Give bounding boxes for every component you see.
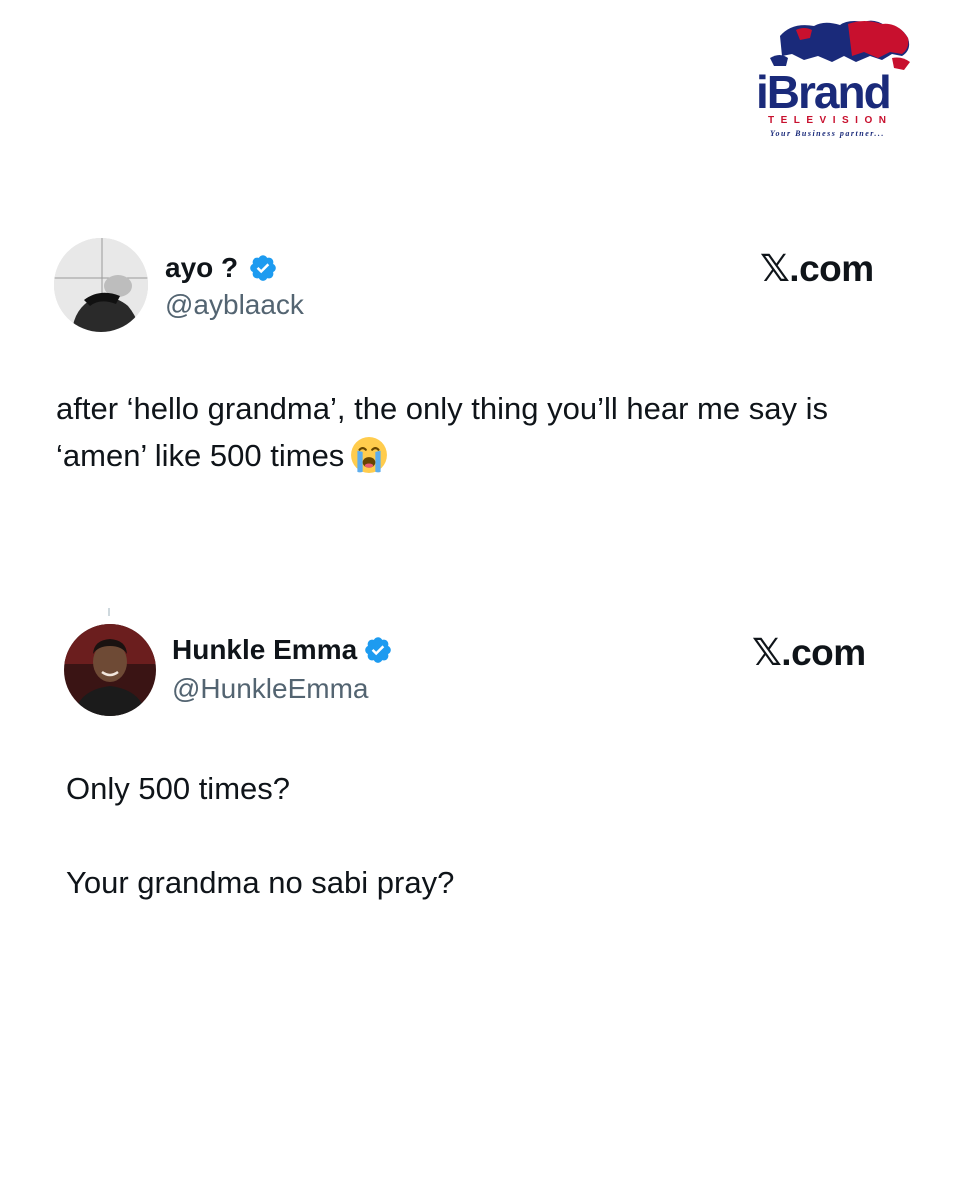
tweet-card: ayo ? @ayblaack 𝕏.com after ‘hello grand…	[0, 230, 960, 510]
ibrand-television-logo: iBrand TELEVISION Your Business partner.…	[752, 16, 927, 141]
avatar[interactable]	[64, 624, 156, 716]
globe-map-icon: iBrand TELEVISION Your Business partner.…	[756, 20, 910, 138]
verified-badge-icon	[250, 255, 276, 281]
tweet-card: Hunkle Emma @HunkleEmma 𝕏.com Only 500 t…	[0, 600, 960, 920]
verified-badge-icon	[365, 637, 391, 663]
x-com-label: 𝕏.com	[752, 632, 866, 673]
logo-tagline-text: Your Business partner...	[770, 129, 885, 138]
user-avatar-image	[54, 238, 148, 332]
author-name-row: ayo ?	[165, 250, 278, 286]
tweet-text: after ‘hello grandma’, the only thing yo…	[56, 385, 916, 479]
logo-subtitle-text: TELEVISION	[768, 115, 892, 126]
avatar[interactable]	[54, 238, 148, 332]
tweet-text-content: after ‘hello grandma’, the only thing yo…	[56, 391, 837, 473]
tweet-text: Only 500 times? Your grandma no sabi pra…	[66, 771, 455, 900]
author-name-row: Hunkle Emma	[172, 632, 393, 668]
logo-brand-text: iBrand	[756, 66, 890, 118]
loudly-crying-face-icon	[351, 437, 388, 473]
display-name[interactable]: ayo ?	[165, 250, 238, 286]
user-handle[interactable]: @ayblaack	[165, 288, 304, 322]
display-name[interactable]: Hunkle Emma	[172, 632, 357, 668]
user-avatar-image	[64, 624, 156, 716]
x-com-label: 𝕏.com	[760, 248, 874, 289]
user-handle[interactable]: @HunkleEmma	[172, 672, 368, 706]
